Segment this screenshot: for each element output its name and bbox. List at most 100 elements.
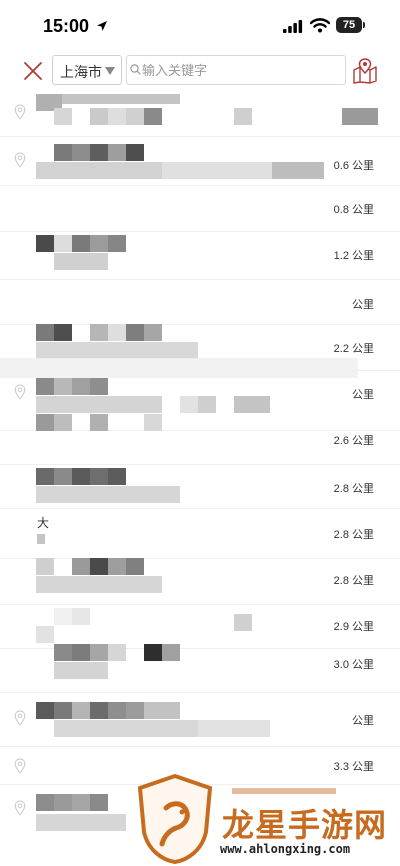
distance-label: 2.8 公里 (333, 575, 374, 587)
blurred-text (144, 414, 162, 431)
caret-down-icon (105, 67, 115, 75)
blurred-text (36, 486, 180, 503)
blurred-text (90, 324, 108, 341)
poi-row[interactable]: 公里 (0, 370, 400, 431)
blurred-text (108, 144, 126, 161)
poi-row[interactable]: 2.6 公里 (0, 430, 400, 465)
poi-row[interactable]: 0.6 公里 (0, 136, 400, 186)
distance-label: 公里 (352, 389, 374, 401)
blurred-text (90, 644, 108, 661)
blurred-text (62, 94, 180, 104)
blurred-text (36, 558, 54, 575)
blurred-text (144, 644, 162, 661)
blurred-text (36, 396, 162, 413)
battery-tip (363, 22, 365, 28)
blurred-text (36, 342, 198, 359)
blurred-text (54, 468, 72, 485)
location-pin-icon (14, 384, 26, 400)
blurred-text (180, 396, 198, 413)
watermark-url: www.ahlongxing.com (220, 842, 351, 856)
blurred-text (108, 702, 126, 719)
distance-label: 2.6 公里 (333, 435, 374, 447)
blurred-text (54, 662, 108, 679)
location-pin-icon (14, 710, 26, 726)
blurred-text (72, 608, 90, 625)
blurred-text (108, 324, 126, 341)
blurred-text (234, 108, 252, 125)
distance-label: 3.0 公里 (333, 659, 374, 671)
blurred-text (108, 468, 126, 485)
blurred-text (90, 378, 108, 395)
blurred-text (90, 794, 108, 811)
watermark-faded-text: ▬▬▬▬ (232, 772, 336, 794)
poi-row[interactable]: 2.9 公里 (0, 604, 400, 649)
location-pin-icon (14, 104, 26, 120)
blurred-text (36, 414, 54, 431)
blurred-text (72, 558, 90, 575)
search-icon (130, 64, 141, 75)
map-location-icon[interactable] (352, 56, 378, 84)
blurred-text (54, 253, 108, 270)
city-label: 上海市 (60, 64, 102, 80)
status-bar: 15:00 75 (0, 0, 400, 52)
blurred-text (36, 162, 162, 179)
poi-row[interactable]: 公里 (0, 279, 400, 325)
close-icon[interactable] (22, 60, 44, 82)
poi-row[interactable] (0, 90, 400, 137)
poi-row[interactable]: 0.8 公里 (0, 185, 400, 232)
poi-result-list: 0.6 公里 0.8 公里 1.2 公里 公里 2.2 公里 公里 2.6 公里… (0, 90, 400, 866)
blurred-text (36, 814, 126, 831)
distance-label: 公里 (352, 715, 374, 727)
blurred-text (144, 324, 162, 341)
distance-label: 0.6 公里 (333, 160, 374, 172)
distance-label: 公里 (352, 299, 374, 311)
blurred-text (54, 702, 72, 719)
blurred-text (54, 720, 198, 737)
location-pin-icon (14, 152, 26, 168)
distance-label: 0.8 公里 (333, 204, 374, 216)
blurred-text (108, 108, 126, 125)
search-field[interactable] (126, 55, 346, 85)
blurred-text (72, 794, 90, 811)
search-input[interactable] (142, 59, 338, 81)
search-bar: 上海市 (0, 52, 400, 90)
blurred-text (144, 702, 180, 719)
poi-row[interactable]: 2.8 公里 (0, 464, 400, 509)
blurred-text (90, 235, 108, 252)
status-time: 15:00 (43, 16, 90, 36)
blurred-text (72, 235, 90, 252)
blurred-text (36, 794, 54, 811)
blurred-text (108, 235, 126, 252)
blurred-text (126, 144, 144, 161)
location-pin-icon (14, 800, 26, 816)
wifi-icon (310, 18, 330, 33)
site-watermark: ▬▬▬▬ 龙星手游网 www.ahlongxing.com (122, 770, 400, 866)
poi-row[interactable]: 公里 (0, 692, 400, 747)
blurred-text (126, 558, 144, 575)
poi-row[interactable]: 大 2.8 公里 (0, 508, 400, 559)
poi-row[interactable]: 1.2 公里 (0, 231, 400, 280)
blurred-text (54, 414, 72, 431)
blurred-text (72, 468, 90, 485)
blurred-text (108, 558, 126, 575)
blurred-text (36, 324, 54, 341)
blurred-text (162, 162, 272, 179)
blurred-text (54, 144, 72, 161)
blurred-text (90, 414, 108, 431)
distance-label: 2.2 公里 (333, 343, 374, 355)
blurred-text (36, 235, 54, 252)
blurred-text (126, 108, 144, 125)
poi-row[interactable]: 3.0 公里 (0, 644, 400, 693)
battery-indicator: 75 (336, 17, 362, 33)
blurred-text (36, 576, 162, 593)
blurred-text (90, 702, 108, 719)
location-pin-icon (14, 758, 26, 774)
watermark-brand: 龙星手游网 (222, 807, 388, 843)
poi-row[interactable]: 2.8 公里 (0, 558, 400, 605)
blurred-text (54, 644, 72, 661)
city-select[interactable]: 上海市 (52, 55, 122, 85)
blurred-text (144, 108, 162, 125)
blurred-text (37, 534, 45, 544)
blurred-text (54, 324, 72, 341)
blurred-text (162, 644, 180, 661)
